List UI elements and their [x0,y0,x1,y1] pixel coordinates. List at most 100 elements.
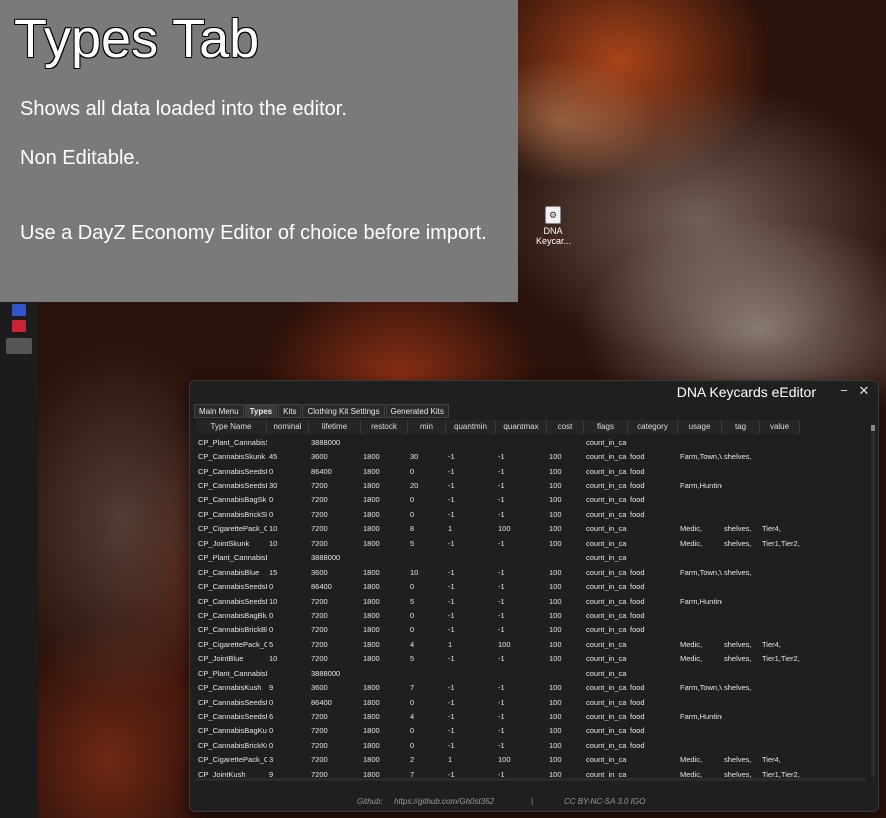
table-cell: 0 [269,740,274,750]
column-header[interactable]: quantmax [496,420,547,434]
table-cell: 0 [410,625,415,635]
column-header[interactable]: flags [584,420,628,434]
table-cell: 10 [269,524,278,534]
table-cell: Tier4, [762,755,781,765]
title-bar[interactable]: DNA Keycards eEditor − ✕ [190,381,878,403]
table-row[interactable]: CP_CannabisBrickBl 0 7200 1800 0 -1 -1 100 count… [196,623,800,637]
minimize-button[interactable]: − [836,383,852,398]
table-row[interactable]: CP_CannabisSeedsF 0 86400 1800 0 -1 -1 100 count… [196,464,800,478]
column-header[interactable]: category [628,420,678,434]
table-cell: count_in_ca [586,740,627,750]
table-row[interactable]: CP_CannabisSeedsF 0 86400 1800 0 -1 -1 100 count… [196,695,800,709]
column-header[interactable]: restock [361,420,408,434]
table-cell: CP_CannabisKush [198,683,262,693]
table-cell: count_in_ca [586,712,627,722]
table-row[interactable]: CP_CannabisBrickSk 0 7200 1800 0 -1 -1 100 count… [196,507,800,521]
table-row[interactable]: CP_CigarettePack_C 10 7200 1800 8 1 100 100 coun… [196,522,800,536]
table-row[interactable]: CP_CannabisSeedsF 6 7200 1800 4 -1 -1 100 count_… [196,709,800,723]
table-cell: 0 [410,726,415,736]
table-cell: 30 [410,452,419,462]
tab-main-menu[interactable]: Main Menu [194,404,244,418]
window-title: DNA Keycards eEditor [676,384,816,400]
table-row[interactable]: CP_CigarettePack_C 3 7200 1800 2 1 100 100 count… [196,753,800,767]
table-cell: 7200 [311,509,328,519]
tab-kits[interactable]: Kits [278,404,302,418]
column-header[interactable]: nominal [267,420,309,434]
table-cell: 1800 [363,654,380,664]
table-cell: Farm,Town,Vil [680,452,722,462]
column-header[interactable]: tag [722,420,760,434]
column-header[interactable]: quantmin [446,420,496,434]
app-icon[interactable] [12,304,26,316]
horizontal-scrollbar[interactable] [196,778,866,781]
table-row[interactable]: CP_CannabisBagSk 0 7200 1800 0 -1 -1 100 count_i… [196,493,800,507]
table-cell: 1800 [363,712,380,722]
table-cell: -1 [498,466,505,476]
table-row[interactable]: CP_JointBlue 10 7200 1800 5 -1 -1 100 count_in_c… [196,652,800,666]
table-cell: 86400 [311,466,332,476]
desktop-shortcut[interactable]: ⚙ DNA Keycar... [536,206,571,246]
tab-clothing-kit-settings[interactable]: Clothing Kit Settings [302,404,385,418]
table-cell: -1 [498,610,505,620]
column-header[interactable]: usage [678,420,722,434]
table-row[interactable]: CP_JointSkunk 10 7200 1800 5 -1 -1 100 count_in_… [196,536,800,550]
table-cell: -1 [448,726,455,736]
app-icon[interactable] [6,338,32,354]
table-row[interactable]: CP_CannabisSeedsF 30 7200 1800 20 -1 -1 100 coun… [196,478,800,492]
table-cell: 3888000 [311,553,341,563]
table-cell: -1 [498,712,505,722]
table-cell: 3600 [311,452,328,462]
table-cell: -1 [498,567,505,577]
column-header[interactable]: min [408,420,446,434]
table-row[interactable]: CP_CannabisSeedsF 10 7200 1800 5 -1 -1 100 count… [196,594,800,608]
table-cell: count_in_ca [586,596,627,606]
table-row[interactable]: CP_CigarettePack_C 5 7200 1800 4 1 100 100 count… [196,637,800,651]
column-header[interactable]: lifetime [309,420,361,434]
table-cell: 7200 [311,712,328,722]
table-cell: CP_JointSkunk [198,538,250,548]
table-row[interactable]: CP_CannabisBagBlu 0 7200 1800 0 -1 -1 100 count_… [196,608,800,622]
table-cell: 100 [549,625,562,635]
close-button[interactable]: ✕ [856,383,872,399]
table-cell: 100 [498,639,511,649]
column-header[interactable]: cost [547,420,584,434]
table-cell: 3600 [311,567,328,577]
tab-types[interactable]: Types [244,404,278,418]
table-cell: count_in_ca [586,639,627,649]
table-cell: count_in_ca [586,582,627,592]
table-cell: 100 [549,466,562,476]
table-cell: 2 [410,755,415,765]
table-cell: 1800 [363,726,380,736]
table-cell: Tier1,Tier2, [762,654,800,664]
table-cell: 1 [448,639,453,649]
table-cell: food [630,452,645,462]
table-cell: -1 [498,582,505,592]
tab-generated-kits[interactable]: Generated Kits [385,404,449,418]
tab-bar: Main Menu Types Kits Clothing Kit Settin… [194,404,450,418]
github-link[interactable]: https://github.com/Gh0st352 [394,797,494,806]
table-cell: 10 [269,654,278,664]
table-cell: -1 [448,582,455,592]
app-icon[interactable] [12,320,26,332]
table-cell: count_in_ca [586,726,627,736]
table-cell: 1800 [363,538,380,548]
column-header[interactable]: value [760,420,800,434]
table-cell: 1800 [363,481,380,491]
table-row[interactable]: CP_CannabisBagKu 0 7200 1800 0 -1 -1 100 count_i… [196,724,800,738]
table-cell: 100 [549,697,562,707]
table-cell: -1 [498,481,505,491]
column-header[interactable]: Type Name [196,420,267,434]
table-cell: count_in_ca [586,538,627,548]
table-row[interactable]: CP_CannabisBlue 15 3600 1800 10 -1 -1 100 count_… [196,565,800,579]
table-row[interactable]: CP_Plant_CannabisE 3888000 count_in_ca [196,551,800,565]
table-row[interactable]: CP_Plant_CannabisI 3888000 count_in_ca [196,666,800,680]
table-row[interactable]: CP_CannabisBrickKu 0 7200 1800 0 -1 -1 100 count… [196,738,800,752]
table-row[interactable]: CP_CannabisSkunk 45 3600 1800 30 -1 -1 100 count… [196,449,800,463]
table-row[interactable]: CP_Plant_CannabisS 3888000 count_in_ca [196,435,800,449]
table-cell: 1 [448,524,453,534]
table-cell: 100 [549,538,562,548]
table-row[interactable]: CP_CannabisSeedsF 0 86400 1800 0 -1 -1 100 count… [196,579,800,593]
table-cell: Medic, [680,755,703,765]
table-row[interactable]: CP_CannabisKush 9 3600 1800 7 -1 -1 100 count_in… [196,680,800,694]
vertical-scrollbar[interactable] [871,425,875,777]
